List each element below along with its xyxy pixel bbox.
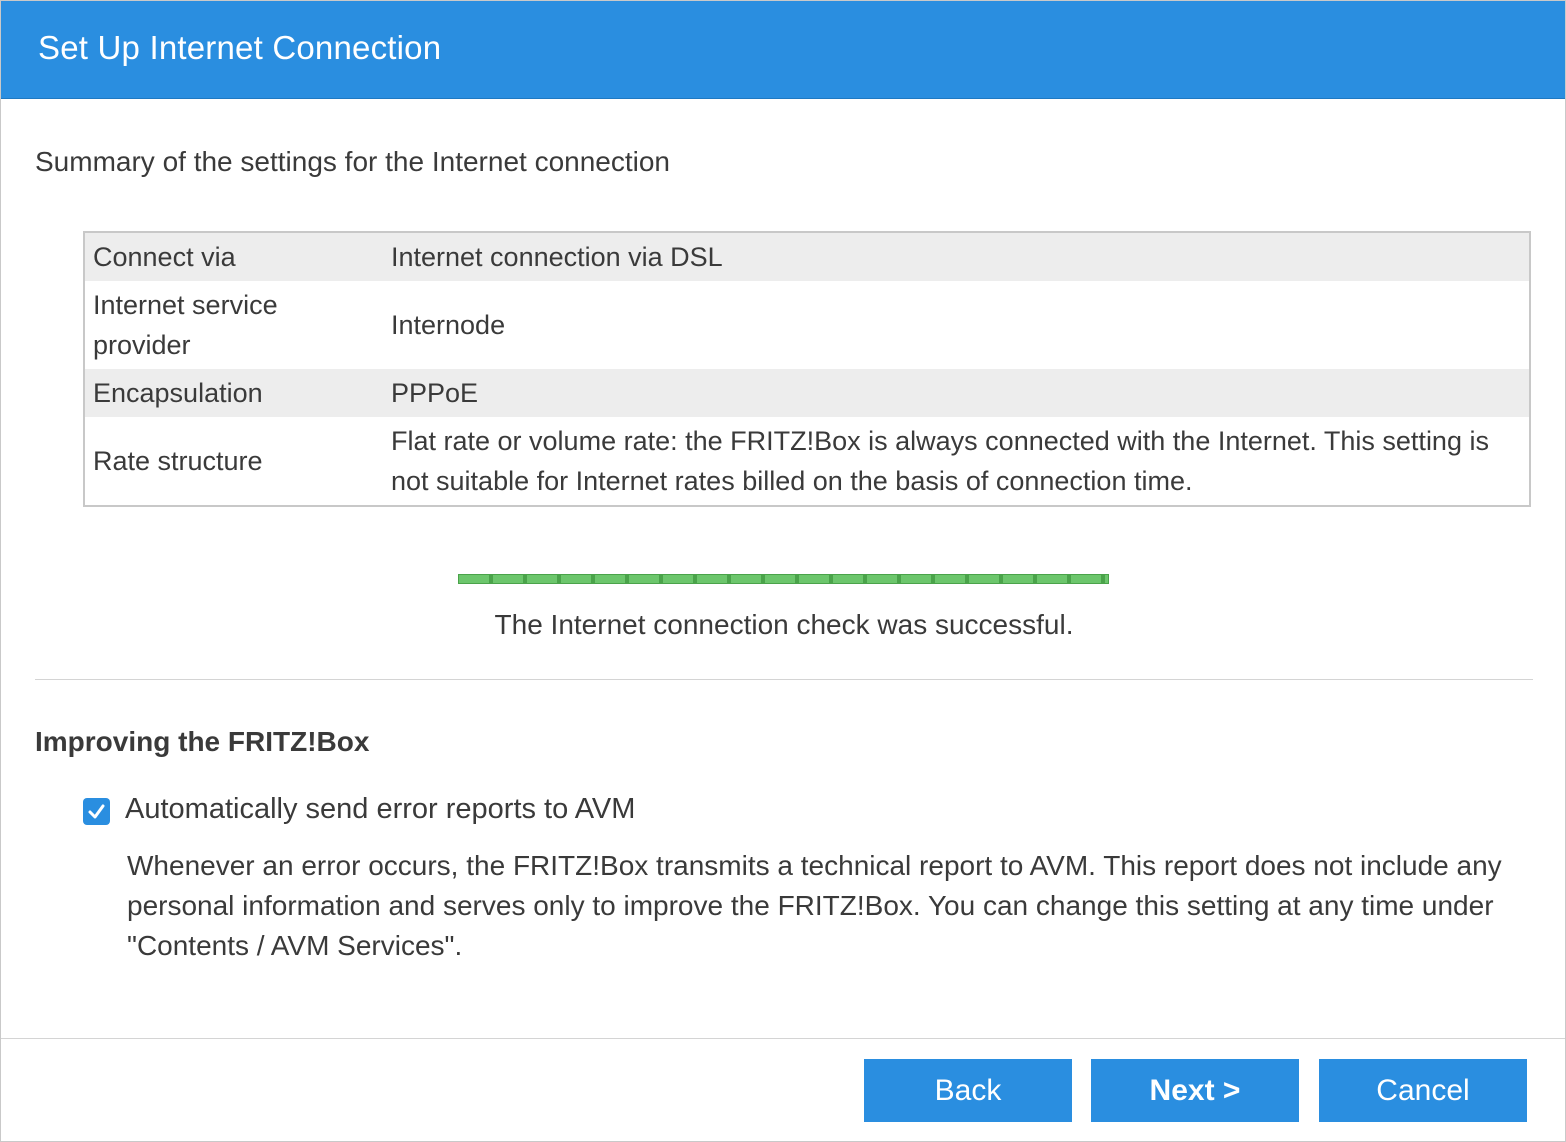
checkmark-icon — [88, 804, 105, 819]
row-value-rate-structure: Flat rate or volume rate: the FRITZ!Box … — [391, 426, 1489, 496]
table-row: Encapsulation PPPoE — [84, 369, 1530, 417]
table-row: Internet service provider Internode — [84, 281, 1530, 369]
row-value-isp: Internode — [391, 310, 506, 340]
section-divider — [35, 679, 1533, 680]
row-key-rate-structure: Rate structure — [93, 446, 263, 476]
improve-heading: Improving the FRITZ!Box — [35, 726, 370, 757]
error-reports-checkbox[interactable] — [83, 798, 110, 825]
back-button[interactable]: Back — [864, 1059, 1072, 1122]
cancel-button[interactable]: Cancel — [1319, 1059, 1527, 1122]
setup-dialog: Set Up Internet Connection Summary of th… — [0, 0, 1566, 1142]
footer-divider — [1, 1038, 1565, 1039]
row-value-connect-via: Internet connection via DSL — [383, 232, 1530, 281]
row-key-connect-via: Connect via — [84, 232, 383, 281]
title-bar: Set Up Internet Connection — [1, 1, 1565, 99]
error-reports-label[interactable]: Automatically send error reports to AVM — [125, 793, 635, 826]
row-value-encapsulation: PPPoE — [383, 369, 1530, 417]
dialog-title: Set Up Internet Connection — [38, 29, 442, 66]
error-reports-explanation: Whenever an error occurs, the FRITZ!Box … — [127, 850, 1502, 961]
row-key-encapsulation: Encapsulation — [84, 369, 383, 417]
table-row: Rate structure Flat rate or volume rate:… — [84, 417, 1530, 506]
row-key-isp: Internet service provider — [93, 290, 278, 360]
next-button[interactable]: Next > — [1091, 1059, 1299, 1122]
summary-table: Connect via Internet connection via DSL … — [83, 231, 1531, 507]
table-row: Connect via Internet connection via DSL — [84, 232, 1530, 281]
connection-check-progress-bar — [458, 574, 1109, 584]
connection-check-status: The Internet connection check was succes… — [494, 609, 1074, 640]
summary-heading: Summary of the settings for the Internet… — [35, 146, 671, 177]
